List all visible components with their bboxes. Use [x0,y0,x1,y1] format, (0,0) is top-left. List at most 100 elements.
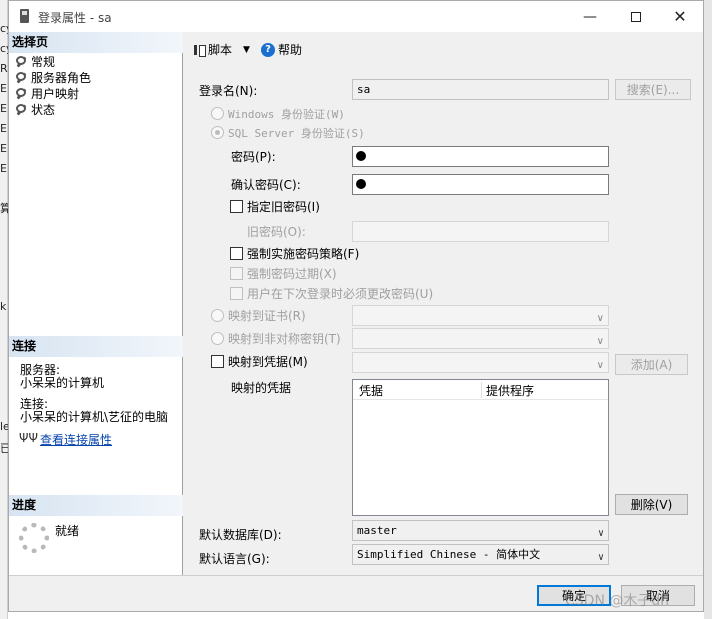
map-credential-label: 映射到凭据(M) [228,355,308,369]
password-mask-dot [356,179,366,189]
chevron-down-icon: ∨ [597,552,604,563]
toolbar: 脚本 ▼ ? 帮助 [184,32,703,62]
progress-header: 进度 [9,495,183,516]
enforce-policy-checkbox[interactable] [230,247,243,260]
help-button[interactable]: ? 帮助 [261,41,302,58]
bg-fragment: R [0,62,8,75]
delete-button[interactable]: 删除(V) [615,494,688,515]
password-mask-dot [356,151,366,161]
chevron-down-icon: ∨ [596,336,604,347]
view-connection-properties-link[interactable]: 查看连接属性 [40,431,112,448]
confirm-password-field[interactable] [352,174,609,195]
specify-old-password-checkbox[interactable] [230,200,243,213]
default-db-select[interactable]: master ∨ [352,520,609,541]
default-lang-label: 默认语言(G): [199,552,270,566]
enforce-expiration-label: 强制密码过期(X) [247,267,337,281]
sql-auth-label: SQL Server 身份验证(S) [228,127,365,140]
wrench-icon [15,72,27,84]
wrench-icon [15,104,27,116]
old-password-label: 旧密码(O): [247,225,306,239]
nav-item-label: 用户映射 [31,87,80,101]
asym-key-select[interactable]: ∨ [352,328,609,349]
script-icon [193,44,206,57]
background-right-strip [704,0,712,619]
wrench-icon [15,88,27,100]
default-lang-select[interactable]: Simplified Chinese - 简体中文 ∨ [352,544,609,565]
maximize-icon [631,11,641,22]
maximize-button[interactable] [613,1,659,32]
chevron-down-icon: ▼ [243,44,250,55]
login-name-field[interactable]: sa [352,79,609,100]
enforce-expiration-checkbox[interactable] [230,267,243,280]
map-asym-key-label: 映射到非对称密钥(T) [228,332,341,346]
server-value: 小呆呆的计算机 [20,376,105,390]
mapped-credentials-label: 映射的凭据 [231,381,292,395]
old-password-field[interactable] [352,221,609,242]
nav-item-general[interactable]: 常规 [15,54,55,70]
default-lang-value: Simplified Chinese - 简体中文 [357,548,541,561]
grid-col-separator [481,382,482,398]
window-title: 登录属性 - sa [38,11,112,25]
login-properties-dialog: 登录属性 - sa — ✕ 选择页 常规 服务器角色 用户映射 状态 连接 服务… [8,0,704,612]
confirm-password-label: 确认密码(C): [231,178,301,192]
bg-fragment: E [0,122,7,135]
title-bar[interactable]: 登录属性 - sa — ✕ [9,1,703,32]
sql-auth-radio[interactable] [211,126,224,139]
watermark: CSDN @木子dn [565,593,670,609]
map-credential-checkbox[interactable] [211,355,224,368]
windows-auth-label: Windows 身份验证(W) [228,108,345,121]
enforce-policy-label: 强制实施密码策略(F) [247,247,360,261]
left-pane: 选择页 常规 服务器角色 用户映射 状态 连接 服务器: 小呆呆的计算机 连接:… [9,32,183,575]
windows-auth-radio[interactable] [211,107,224,120]
progress-spinner-icon [19,523,49,553]
grid-header: 凭据 提供程序 [353,380,608,400]
chevron-down-icon: ∨ [597,528,604,539]
nav-item-label: 服务器角色 [31,71,92,85]
main-pane: 脚本 ▼ ? 帮助 登录名(N): sa 搜索(E)... Windows 身份… [184,32,703,575]
map-cert-label: 映射到证书(R) [228,309,306,323]
grid-col-credential[interactable]: 凭据 [359,382,383,399]
cert-select[interactable]: ∨ [352,305,609,326]
close-icon: ✕ [673,7,687,26]
nav-item-status[interactable]: 状态 [15,102,55,118]
help-label: 帮助 [278,43,303,57]
chevron-down-icon: ∨ [596,313,604,324]
bg-fragment: k [0,300,7,313]
close-button[interactable]: ✕ [657,1,703,32]
progress-status: 就绪 [55,524,80,538]
nav-item-user-mapping[interactable]: 用户映射 [15,86,79,102]
password-label: 密码(P): [231,150,276,164]
script-button[interactable]: 脚本 ▼ [193,41,250,58]
password-field[interactable] [352,146,609,167]
chevron-down-icon: ∨ [596,360,604,371]
mapped-credentials-grid[interactable]: 凭据 提供程序 [352,379,609,516]
background-app-strip: cy cy R E E E E E 算 k le 已 [0,0,13,619]
must-change-checkbox[interactable] [230,287,243,300]
login-name-label: 登录名(N): [199,84,258,98]
server-app-icon [20,9,29,23]
bg-fragment: E [0,142,7,155]
bg-fragment: E [0,162,7,175]
must-change-label: 用户在下次登录时必须更改密码(U) [247,287,434,301]
select-page-header: 选择页 [9,32,183,53]
default-db-value: master [357,524,397,537]
connection-header: 连接 [9,336,183,357]
connection-properties-icon: ΨΨ [19,431,38,445]
grid-col-provider[interactable]: 提供程序 [486,382,534,399]
wrench-icon [15,56,27,68]
minimize-button[interactable]: — [567,1,613,32]
bg-fragment: E [0,102,7,115]
map-asym-key-radio[interactable] [211,332,224,345]
connection-value: 小呆呆的计算机\艺征的电脑 [20,410,169,424]
specify-old-password-label: 指定旧密码(I) [247,200,320,214]
credential-select[interactable]: ∨ [352,352,609,373]
help-icon: ? [261,42,275,57]
add-button[interactable]: 添加(A) [615,354,688,375]
bg-fragment: E [0,82,7,95]
map-cert-radio[interactable] [211,309,224,322]
nav-item-label: 状态 [31,103,56,117]
nav-item-server-roles[interactable]: 服务器角色 [15,70,91,86]
search-button[interactable]: 搜索(E)... [615,79,691,100]
default-db-label: 默认数据库(D): [199,528,282,542]
minimize-icon: — [583,8,597,25]
